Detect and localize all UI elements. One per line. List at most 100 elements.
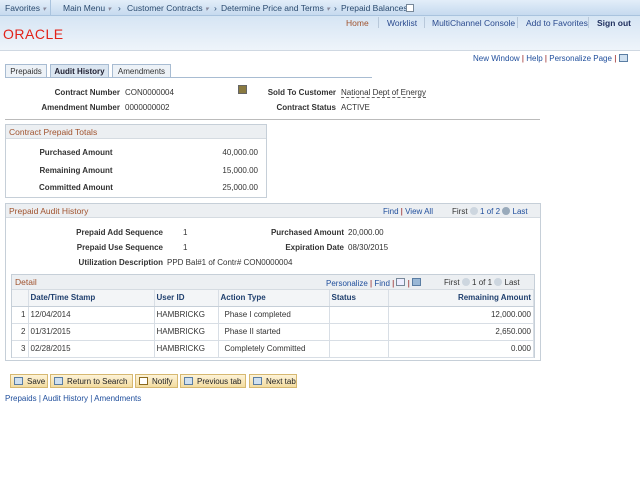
home-link[interactable]: Home xyxy=(346,18,369,28)
add-seq-value: 1 xyxy=(183,228,188,237)
grid-first-label: First xyxy=(444,278,460,287)
divider xyxy=(50,0,51,16)
sold-to-customer-value[interactable]: National Dept of Energy xyxy=(341,88,426,98)
action-type-cell: Completely Committed xyxy=(218,340,330,358)
purchased-amount-label: Purchased Amount xyxy=(39,148,113,157)
col-action-type[interactable]: Action Type xyxy=(218,290,330,307)
breadcrumb-customer-contracts[interactable]: Customer Contracts ▾ xyxy=(127,3,208,13)
grid-previous-icon[interactable] xyxy=(461,278,470,286)
chevron-icon: › xyxy=(118,3,121,13)
col-date[interactable]: Date/Time Stamp xyxy=(28,290,155,307)
status-cell xyxy=(329,306,389,324)
main-menu[interactable]: Main Menu ▾ xyxy=(63,3,111,13)
user-id-cell: HAMBRICKG xyxy=(154,306,219,324)
footer-amendments-link[interactable]: Amendments xyxy=(94,394,141,403)
previous-tab-icon xyxy=(184,377,193,385)
grid-next-icon[interactable] xyxy=(494,278,503,286)
audit-purchased-label: Purchased Amount xyxy=(270,228,344,237)
add-to-favorites-link[interactable]: Add to Favorites xyxy=(526,18,588,28)
previous-icon[interactable] xyxy=(469,207,478,215)
next-icon[interactable] xyxy=(502,207,511,215)
previous-tab-button[interactable]: Previous tab xyxy=(180,374,246,388)
utilization-description-label: Utilization Description xyxy=(78,258,163,267)
grid-page-indicator: 1 of 1 xyxy=(472,278,493,287)
view-all-grid-icon[interactable] xyxy=(396,278,406,286)
personalize-page-link[interactable]: Personalize Page xyxy=(549,54,612,63)
use-seq-label: Prepaid Use Sequence xyxy=(76,243,163,252)
grid-find-link[interactable]: Find xyxy=(374,279,390,288)
tab-prepaids[interactable]: Prepaids xyxy=(5,64,47,78)
worklist-link[interactable]: Worklist xyxy=(387,18,417,28)
add-seq-label: Prepaid Add Sequence xyxy=(76,228,163,237)
contract-number-value: CON0000004 xyxy=(125,88,174,97)
remaining-amount-cell: 0.000 xyxy=(388,340,534,358)
footer-prepaids-link[interactable]: Prepaids xyxy=(5,394,37,403)
remaining-amount-cell: 2,650.000 xyxy=(388,323,534,341)
audit-purchased-value: 20,000.00 xyxy=(348,228,384,237)
tab-audit-history[interactable]: Audit History xyxy=(50,64,109,78)
calendar-icon[interactable] xyxy=(618,54,628,62)
row-number: 2 xyxy=(12,323,29,341)
notify-button[interactable]: Notify xyxy=(135,374,178,388)
table-row: 1 12/04/2014 HAMBRICKG Phase I completed 12,… xyxy=(12,306,534,324)
page-indicator: 1 of 2 xyxy=(480,207,501,216)
tab-amendments[interactable]: Amendments xyxy=(112,64,171,78)
sign-out-link[interactable]: Sign out xyxy=(597,18,631,28)
expiration-date-label: Expiration Date xyxy=(285,243,344,252)
breadcrumb-determine-price[interactable]: Determine Price and Terms ▾ xyxy=(221,3,330,13)
next-tab-button[interactable]: Next tab xyxy=(249,374,297,388)
download-icon[interactable] xyxy=(412,278,422,286)
use-seq-value: 1 xyxy=(183,243,188,252)
oracle-logo: ORACLE xyxy=(3,26,64,42)
sold-to-customer-label: Sold To Customer xyxy=(267,88,336,97)
search-page-icon[interactable] xyxy=(406,4,414,12)
col-user-id[interactable]: User ID xyxy=(154,290,219,307)
amendment-number-label: Amendment Number xyxy=(41,103,120,112)
col-status[interactable]: Status xyxy=(329,290,389,307)
save-button[interactable]: Save xyxy=(10,374,48,388)
breadcrumb-prepaid-balances[interactable]: Prepaid Balances xyxy=(341,3,408,13)
next-tab-icon xyxy=(253,377,262,385)
help-link[interactable]: Help xyxy=(526,54,542,63)
detail-title-text: Detail xyxy=(15,277,37,287)
page-links: New Window | Help | Personalize Page | xyxy=(473,54,628,63)
row-number: 3 xyxy=(12,340,29,358)
status-cell xyxy=(329,340,389,358)
last-link[interactable]: Last xyxy=(513,207,528,216)
multichannel-console-link[interactable]: MultiChannel Console xyxy=(432,18,515,28)
utilization-description-value: PPD Bal#1 of Contr# CON0000004 xyxy=(167,258,293,267)
return-to-search-button[interactable]: Return to Search xyxy=(50,374,133,388)
personalize-grid-link[interactable]: Personalize xyxy=(326,279,368,288)
action-type-cell: Phase I completed xyxy=(218,306,330,324)
favorites-menu[interactable]: Favorites ▾ xyxy=(5,3,46,13)
return-search-icon xyxy=(54,377,63,385)
divider xyxy=(5,119,540,120)
chevron-icon: › xyxy=(334,3,337,13)
table-row: 2 01/31/2015 HAMBRICKG Phase II started 2,65… xyxy=(12,323,534,341)
contract-status-label: Contract Status xyxy=(276,103,336,112)
contract-number-label: Contract Number xyxy=(54,88,120,97)
contract-prepaid-totals-box: Contract Prepaid Totals Purchased Amount… xyxy=(5,124,267,198)
footer-links: Prepaids | Audit History | Amendments xyxy=(5,394,142,403)
tab-underline xyxy=(5,77,372,78)
header: Home Worklist MultiChannel Console Add t… xyxy=(0,16,640,51)
date-cell: 12/04/2014 xyxy=(28,306,155,324)
new-window-link[interactable]: New Window xyxy=(473,54,520,63)
remaining-amount-value: 15,000.00 xyxy=(222,166,258,175)
view-all-link[interactable]: View All xyxy=(405,207,433,216)
save-icon xyxy=(14,377,23,385)
grid-last-label: Last xyxy=(504,278,520,287)
contract-status-value: ACTIVE xyxy=(341,103,370,112)
top-nav-bar: Favorites ▾ Main Menu ▾ › Customer Contr… xyxy=(0,0,640,16)
find-link[interactable]: Find xyxy=(383,207,399,216)
detail-table: Date/Time Stamp User ID Action Type Stat… xyxy=(12,290,534,358)
audit-title-text: Prepaid Audit History xyxy=(9,206,89,216)
col-remaining-amount[interactable]: Remaining Amount xyxy=(388,290,534,307)
remaining-amount-cell: 12,000.000 xyxy=(388,306,534,324)
remaining-amount-label: Remaining Amount xyxy=(39,166,113,175)
footer-audit-history-link[interactable]: Audit History xyxy=(43,394,88,403)
status-cell xyxy=(329,323,389,341)
table-row: 3 02/28/2015 HAMBRICKG Completely Committed… xyxy=(12,340,534,358)
action-type-cell: Phase II started xyxy=(218,323,330,341)
chevron-icon: › xyxy=(214,3,217,13)
